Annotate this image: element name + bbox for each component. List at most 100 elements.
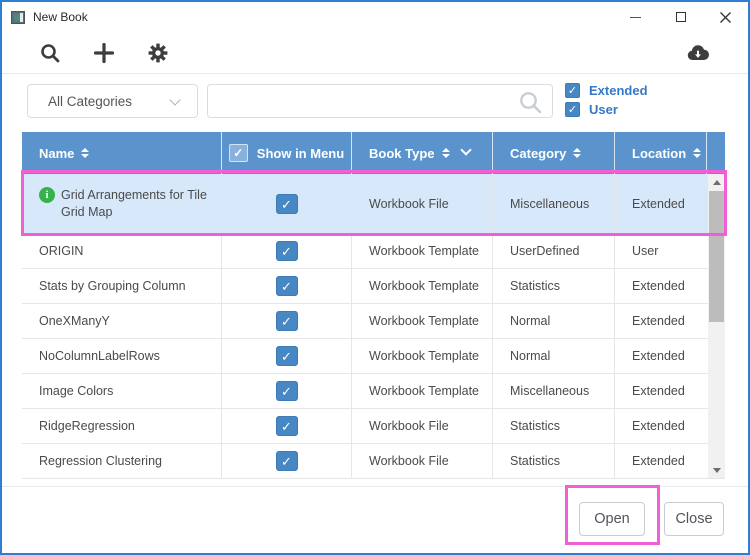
search-field-icon: [517, 89, 544, 116]
search-field-container: [207, 84, 553, 118]
workbook-app-icon: [11, 11, 25, 24]
scroll-down-button[interactable]: [708, 463, 725, 477]
row-category: Statistics: [493, 444, 615, 478]
table-row[interactable]: NoColumnLabelRows ✓ Workbook Template No…: [22, 339, 725, 374]
table-row-selected[interactable]: i Grid Arrangements for Tile Grid Map ✓ …: [22, 174, 725, 234]
row-name: Regression Clustering: [22, 444, 222, 478]
row-location: Extended: [615, 304, 707, 338]
row-name: Grid Arrangements for Tile Grid Map: [61, 187, 221, 221]
user-checkbox[interactable]: ✓: [565, 102, 580, 117]
settings-button[interactable]: [145, 40, 171, 66]
maximize-button[interactable]: [658, 2, 703, 32]
row-location: User: [615, 234, 707, 268]
row-name: Image Colors: [22, 374, 222, 408]
table-row[interactable]: RidgeRegression ✓ Workbook File Statisti…: [22, 409, 725, 444]
search-tool-button[interactable]: [37, 40, 63, 66]
show-in-menu-checkbox[interactable]: ✓: [276, 381, 298, 401]
vertical-scrollbar[interactable]: [708, 174, 725, 478]
sort-icon: [573, 148, 581, 158]
column-header-show-in-menu-label: Show in Menu: [257, 146, 344, 161]
table-row[interactable]: Regression Clustering ✓ Workbook File St…: [22, 444, 725, 479]
column-header-category[interactable]: Category: [493, 132, 615, 174]
show-in-menu-checkbox[interactable]: ✓: [276, 194, 298, 214]
row-book-type: Workbook Template: [352, 234, 493, 268]
row-book-type: Workbook File: [352, 409, 493, 443]
column-header-name[interactable]: Name: [22, 132, 222, 174]
row-category: UserDefined: [493, 234, 615, 268]
sort-icon: [693, 148, 701, 158]
titlebar: New Book: [2, 2, 748, 32]
row-name: ORIGIN: [22, 234, 222, 268]
chevron-down-icon: [169, 94, 180, 105]
close-button[interactable]: [703, 2, 748, 32]
extended-checkbox-label: Extended: [589, 83, 648, 98]
row-book-type: Workbook Template: [352, 304, 493, 338]
row-book-type: Workbook File: [352, 444, 493, 478]
window-controls: [613, 2, 748, 32]
row-name: OneXManyY: [22, 304, 222, 338]
cloud-download-icon: [685, 41, 711, 65]
row-category: Miscellaneous: [493, 374, 615, 408]
row-book-type: Workbook File: [352, 174, 493, 233]
location-filter-group: ✓ Extended ✓ User: [565, 83, 648, 117]
gear-icon: [146, 41, 170, 65]
row-category: Normal: [493, 339, 615, 373]
maximize-icon: [676, 12, 686, 22]
column-header-show-in-menu[interactable]: ✓ Show in Menu: [222, 132, 352, 174]
plus-icon: [92, 41, 116, 65]
category-dropdown[interactable]: All Categories: [27, 84, 198, 118]
show-in-menu-checkbox[interactable]: ✓: [276, 346, 298, 366]
scroll-down-icon: [713, 468, 721, 473]
column-header-location[interactable]: Location: [615, 132, 707, 174]
scrollbar-thumb[interactable]: [709, 191, 724, 322]
row-name: NoColumnLabelRows: [22, 339, 222, 373]
close-icon: [719, 11, 732, 24]
row-category: Normal: [493, 304, 615, 338]
row-category: Statistics: [493, 409, 615, 443]
column-header-location-label: Location: [632, 146, 686, 161]
table-body: i Grid Arrangements for Tile Grid Map ✓ …: [22, 174, 725, 479]
sort-icon: [81, 148, 89, 158]
footer-divider: [2, 486, 748, 487]
table-row[interactable]: Stats by Grouping Column ✓ Workbook Temp…: [22, 269, 725, 304]
open-button[interactable]: Open: [579, 502, 645, 536]
search-input[interactable]: [218, 89, 513, 113]
sort-icon: [442, 148, 450, 158]
row-location: Extended: [615, 409, 707, 443]
show-in-menu-checkbox[interactable]: ✓: [276, 451, 298, 471]
show-in-menu-checkbox[interactable]: ✓: [276, 276, 298, 296]
scroll-up-icon: [713, 180, 721, 185]
row-location: Extended: [615, 174, 707, 233]
close-dialog-button[interactable]: Close: [664, 502, 724, 536]
show-in-menu-checkbox[interactable]: ✓: [276, 241, 298, 261]
table-header-row: Name ✓ Show in Menu Book Type Category L…: [22, 132, 725, 174]
new-book-dialog: New Book: [0, 0, 750, 555]
window-title: New Book: [33, 10, 88, 24]
book-type-filter-chevron-icon[interactable]: [460, 144, 471, 155]
info-icon[interactable]: i: [39, 187, 55, 203]
extended-checkbox[interactable]: ✓: [565, 83, 580, 98]
user-checkbox-label: User: [589, 102, 618, 117]
row-book-type: Workbook Template: [352, 269, 493, 303]
row-location: Extended: [615, 269, 707, 303]
column-header-scroll-spacer: [707, 132, 725, 174]
table-row[interactable]: Image Colors ✓ Workbook Template Miscell…: [22, 374, 725, 409]
cloud-download-button[interactable]: [685, 40, 711, 66]
scroll-up-button[interactable]: [708, 175, 725, 189]
table-row[interactable]: ORIGIN ✓ Workbook Template UserDefined U…: [22, 234, 725, 269]
row-location: Extended: [615, 339, 707, 373]
show-in-menu-checkbox[interactable]: ✓: [276, 311, 298, 331]
table-row[interactable]: OneXManyY ✓ Workbook Template Normal Ext…: [22, 304, 725, 339]
show-in-menu-header-checkbox[interactable]: ✓: [229, 144, 248, 162]
add-button[interactable]: [91, 40, 117, 66]
user-filter[interactable]: ✓ User: [565, 102, 648, 117]
column-header-book-type[interactable]: Book Type: [352, 132, 493, 174]
row-book-type: Workbook Template: [352, 374, 493, 408]
extended-filter[interactable]: ✓ Extended: [565, 83, 648, 98]
minimize-button[interactable]: [613, 2, 658, 32]
show-in-menu-checkbox[interactable]: ✓: [276, 416, 298, 436]
column-header-name-label: Name: [39, 146, 74, 161]
row-book-type: Workbook Template: [352, 339, 493, 373]
row-category: Miscellaneous: [493, 174, 615, 233]
column-header-category-label: Category: [510, 146, 566, 161]
